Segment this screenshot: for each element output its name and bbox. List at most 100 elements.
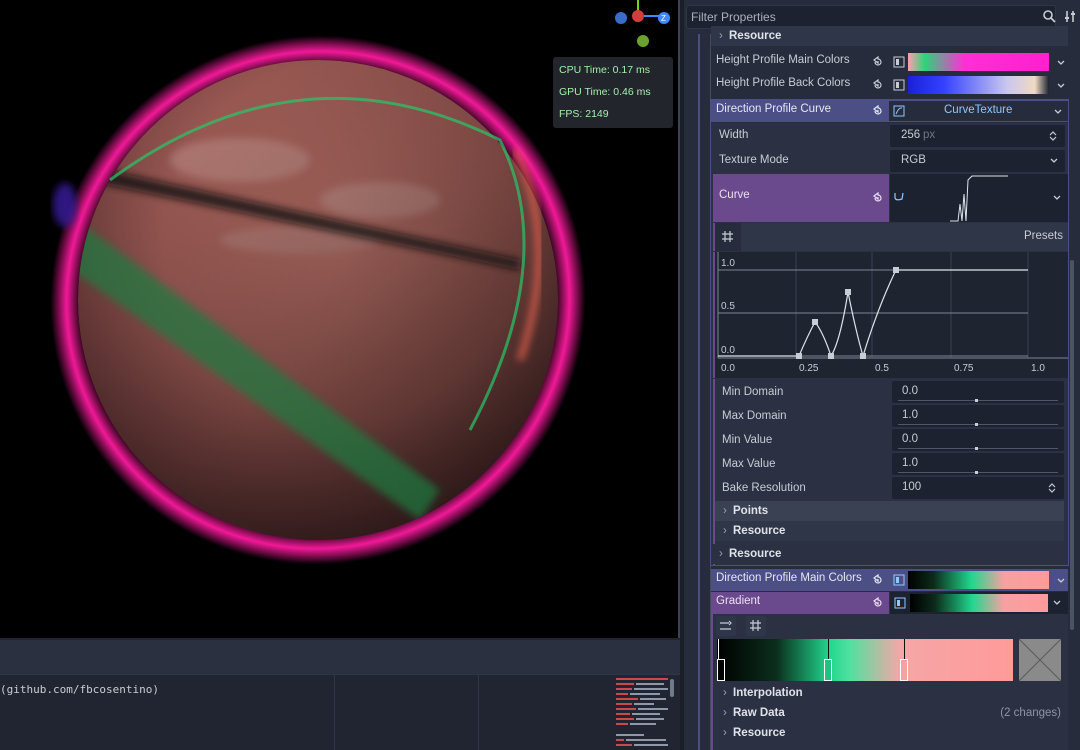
tools-icon[interactable] bbox=[1064, 9, 1078, 23]
gradient-editor-bar[interactable] bbox=[717, 639, 1013, 681]
resource-outer-label: Resource bbox=[729, 548, 782, 560]
width-label: Width bbox=[719, 129, 749, 141]
slider-grabber[interactable] bbox=[975, 471, 978, 474]
performance-overlay: CPU Time: 0.17 ms GPU Time: 0.46 ms FPS:… bbox=[553, 57, 673, 128]
height-profile-back-gradient-preview[interactable] bbox=[908, 76, 1049, 94]
height-profile-main-gradient-preview[interactable] bbox=[908, 53, 1049, 71]
curve-editor[interactable]: 1.0 0.5 0.0 0.0 0.25 0.5 0.75 1.0 bbox=[713, 252, 1068, 378]
snap-button[interactable] bbox=[715, 223, 741, 251]
gpu-time: GPU Time: 0.46 ms bbox=[559, 86, 651, 98]
max-domain-value: 1.0 bbox=[902, 409, 918, 421]
bake-resolution-spinbox[interactable]: 100 bbox=[892, 477, 1064, 499]
gradient-texture-icon bbox=[893, 56, 905, 68]
height-profile-back-colors-row: Height Profile Back Colors bbox=[711, 74, 1068, 96]
gradient-row: Gradient bbox=[713, 592, 889, 614]
cpu-time: CPU Time: 0.17 ms bbox=[559, 64, 651, 76]
inspector-panel: Filter Properties › Resource Height Profi… bbox=[684, 0, 1080, 750]
direction-profile-main-gradient-preview[interactable] bbox=[908, 571, 1049, 589]
curve-icon bbox=[894, 192, 904, 201]
selected-stop-color-preview[interactable] bbox=[1019, 639, 1061, 681]
max-domain-row: Max Domain 1.0 bbox=[715, 404, 1068, 428]
gradient-stop[interactable] bbox=[900, 659, 908, 681]
dropdown-arrow-icon bbox=[1050, 158, 1058, 163]
curve-texture-selector[interactable]: CurveTexture bbox=[889, 101, 1068, 121]
curve-resource-selector[interactable] bbox=[890, 174, 1068, 222]
dropdown-arrow-icon[interactable] bbox=[1051, 192, 1063, 204]
curve-editor-canvas[interactable] bbox=[715, 252, 1070, 378]
points-section[interactable]: › Points bbox=[715, 501, 1064, 521]
min-domain-slider[interactable]: 0.0 bbox=[892, 381, 1064, 403]
gradient-resource-selector[interactable] bbox=[890, 592, 1068, 614]
revert-icon[interactable] bbox=[872, 192, 884, 204]
bottom-panel-bar bbox=[0, 640, 680, 674]
max-value-slider[interactable]: 1.0 bbox=[892, 453, 1064, 475]
resource-section-outer[interactable]: › Resource bbox=[711, 544, 1066, 564]
height-profile-main-colors-row: Height Profile Main Colors bbox=[711, 51, 1068, 73]
resource-inner-label: Resource bbox=[733, 525, 786, 537]
snap-grid-icon bbox=[750, 620, 761, 631]
reverse-icon bbox=[720, 620, 732, 630]
curve-row: Curve bbox=[713, 174, 889, 222]
resource-section-top[interactable]: › Resource bbox=[711, 26, 1068, 46]
curve-tick-x: 0.5 bbox=[875, 363, 889, 374]
texture-mode-value: RGB bbox=[901, 154, 926, 166]
curve-label: Curve bbox=[719, 189, 750, 201]
dropdown-arrow-icon[interactable] bbox=[1052, 106, 1064, 118]
curve-tick-x: 1.0 bbox=[1031, 363, 1045, 374]
height-profile-back-colors-label: Height Profile Back Colors bbox=[716, 77, 851, 89]
minimap-scroll-thumb[interactable] bbox=[670, 679, 674, 697]
snap-grid-icon bbox=[722, 231, 733, 242]
presets-menu[interactable]: Presets bbox=[1024, 230, 1063, 242]
inspector-scroll-thumb[interactable] bbox=[1070, 260, 1074, 630]
direction-profile-main-colors-row: Direction Profile Main Colors bbox=[711, 569, 1068, 591]
curve-tick-y: 1.0 bbox=[721, 258, 735, 269]
width-row: Width 256 px bbox=[711, 124, 1068, 148]
min-value-slider[interactable]: 0.0 bbox=[892, 429, 1064, 451]
gradient-snap-button[interactable] bbox=[746, 616, 766, 636]
max-domain-slider[interactable]: 1.0 bbox=[892, 405, 1064, 427]
raw-data-section[interactable]: › Raw Data (2 changes) bbox=[715, 703, 1064, 723]
revert-icon[interactable] bbox=[872, 56, 884, 68]
revert-icon[interactable] bbox=[872, 574, 884, 586]
interpolation-section[interactable]: › Interpolation bbox=[715, 683, 1064, 703]
texture-mode-select[interactable]: RGB bbox=[890, 150, 1065, 172]
slider-grabber[interactable] bbox=[975, 423, 978, 426]
width-spinbox[interactable]: 256 px bbox=[890, 125, 1065, 147]
min-domain-label: Min Domain bbox=[722, 386, 784, 398]
code-line[interactable]: (github.com/fbcosentino) bbox=[0, 683, 159, 696]
curve-tick-x: 0.0 bbox=[721, 363, 735, 374]
3d-viewport[interactable]: Z CPU Time: 0.17 ms GPU Time: 0.46 ms FP… bbox=[0, 0, 680, 638]
revert-icon[interactable] bbox=[872, 79, 884, 91]
slider-grabber[interactable] bbox=[975, 447, 978, 450]
slider-track bbox=[898, 400, 1058, 401]
curve-editor-toolbar: Presets bbox=[713, 223, 1068, 251]
revert-icon[interactable] bbox=[872, 597, 884, 609]
spin-arrows-icon[interactable] bbox=[1047, 482, 1057, 494]
raw-data-changes: (2 changes) bbox=[1000, 707, 1061, 719]
direction-profile-main-colors-label: Direction Profile Main Colors bbox=[716, 572, 862, 584]
min-value-row: Min Value 0.0 bbox=[715, 428, 1068, 452]
slider-grabber[interactable] bbox=[975, 399, 978, 402]
orientation-gizmo[interactable]: Z bbox=[612, 0, 674, 52]
spin-arrows-icon[interactable] bbox=[1048, 130, 1058, 142]
gradient-preview bbox=[910, 594, 1048, 612]
revert-icon[interactable] bbox=[872, 105, 884, 117]
reverse-gradient-button[interactable] bbox=[716, 616, 736, 636]
max-value-row: Max Value 1.0 bbox=[715, 452, 1068, 476]
texture-mode-label: Texture Mode bbox=[719, 154, 789, 166]
gradient-stop[interactable] bbox=[824, 659, 832, 681]
max-value-label: Max Value bbox=[722, 458, 776, 470]
resource-section-inner[interactable]: › Resource bbox=[715, 521, 1064, 541]
resource-section-label: Resource bbox=[729, 30, 782, 42]
resource-section-bottom[interactable]: › Resource bbox=[715, 723, 1064, 743]
search-icon bbox=[1043, 10, 1056, 23]
gradient-stop[interactable] bbox=[717, 659, 725, 681]
direction-profile-curve-label: Direction Profile Curve bbox=[716, 103, 832, 115]
script-editor[interactable]: (github.com/fbcosentino) bbox=[0, 674, 680, 750]
code-minimap[interactable] bbox=[614, 675, 676, 750]
curve-texture-value: CurveTexture bbox=[944, 104, 1013, 116]
max-domain-label: Max Domain bbox=[722, 410, 787, 422]
max-value-value: 1.0 bbox=[902, 457, 918, 469]
dropdown-arrow-icon[interactable] bbox=[1051, 597, 1063, 609]
curve-thumbnail bbox=[950, 175, 1008, 222]
